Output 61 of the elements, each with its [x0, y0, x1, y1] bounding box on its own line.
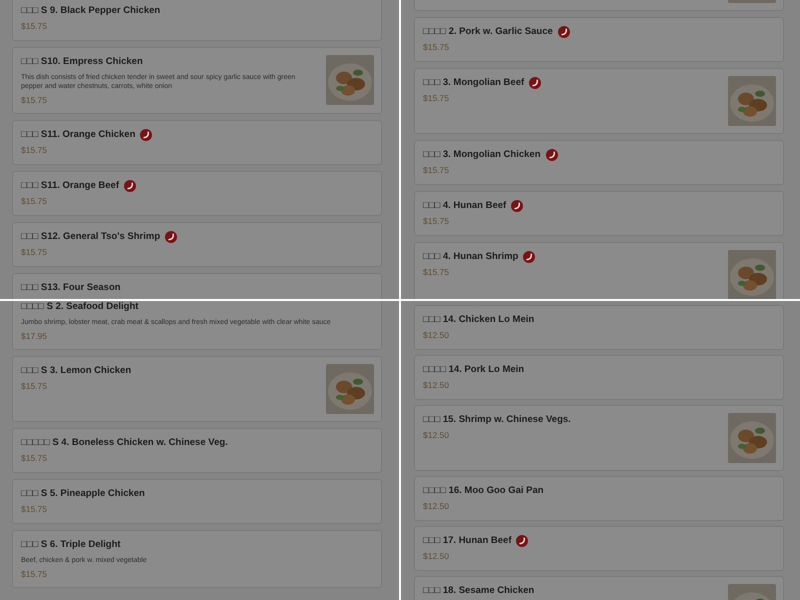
dish-price: $12.50	[423, 380, 450, 391]
dish-price: $15.75	[21, 145, 48, 156]
dish-price: $15.75	[21, 569, 48, 580]
menu-item-card[interactable]: □□□ S 3. Lemon Chicken $15.75	[12, 356, 382, 422]
dish-price: $12.50	[423, 430, 450, 441]
menu-item-card[interactable]: □□□□□ S 4. Boneless Chicken w. Chinese Veg. $15.75	[12, 428, 382, 473]
menu-item-card[interactable]: □□□ S11. Orange Chicken $15.75	[12, 120, 382, 165]
menu-item-card[interactable]: □□□□ 14. Pork Lo Mein $12.50	[414, 355, 784, 400]
menu-item-card[interactable]: □□□□ 2. Pork w. Garlic Sauce $15.75	[414, 17, 784, 62]
dish-price: $15.75	[423, 216, 450, 227]
menu-item-card[interactable]: □□□ 3. Mongolian Beef $15.75	[414, 68, 784, 134]
dish-name: □□□ 18. Sesame Chicken	[423, 584, 534, 597]
dish-name: □□□ S11. Orange Chicken	[21, 128, 136, 141]
dish-name: □□□ S 9. Black Pepper Chicken	[21, 4, 160, 17]
menu-item-card[interactable]: □□□ 17. Hunan Beef $12.50	[414, 526, 784, 571]
menu-item-card[interactable]: □□□ 3. Mongolian Chicken $15.75	[414, 140, 784, 185]
menu-item-card[interactable]: □□□ S11. Orange Beef $15.75	[12, 171, 382, 216]
dish-name: □□□ S12. General Tso's Shrimp	[21, 230, 160, 243]
dish-price: $15.75	[21, 504, 48, 515]
menu-item-card[interactable]: □□□ 4. Hunan Shrimp $15.75	[414, 242, 784, 299]
dish-price: $12.50	[423, 551, 450, 562]
dish-name: □□□ 3. Mongolian Chicken	[423, 148, 541, 161]
dish-price: $15.75	[423, 165, 450, 176]
dish-price: $15.75	[423, 42, 450, 53]
dish-name: □□□ S 5. Pineapple Chicken	[21, 487, 145, 500]
dish-price: $15.75	[423, 93, 450, 104]
menu-item-card[interactable]: □□□ S 9. Black Pepper Chicken $15.75	[12, 0, 382, 41]
menu-item-card[interactable]: □□□ S13. Four Season	[12, 273, 382, 299]
menu-item-card[interactable]: □□□□ 16. Moo Goo Gai Pan $12.50	[414, 476, 784, 521]
dish-price: $15.75	[21, 21, 48, 32]
dish-name: □□□□ 2. Pork w. Garlic Sauce	[423, 25, 553, 38]
dish-price: $17.95	[21, 331, 48, 342]
dish-price: $15.75	[21, 453, 48, 464]
dish-price: $15.75	[21, 247, 48, 258]
dish-name: □□□ 14. Chicken Lo Mein	[423, 313, 534, 326]
dish-price: $15.75	[21, 95, 48, 106]
menu-item-card[interactable]: □□□ 14. Chicken Lo Mein $12.50	[414, 305, 784, 350]
dish-name: □□□□ S 2. Seafood Delight	[21, 301, 138, 313]
dish-name: □□□ S 3. Lemon Chicken	[21, 364, 132, 377]
dish-name: □□□ S13. Four Season	[21, 281, 121, 294]
dish-price: $12.50	[423, 501, 450, 512]
dish-name: □□□ S10. Empress Chicken	[21, 55, 143, 68]
dish-price: $15.75	[21, 196, 48, 207]
menu-item-card[interactable]: □□□ 4. Hunan Beef $15.75	[414, 191, 784, 236]
dish-name: □□□ 15. Shrimp w. Chinese Vegs.	[423, 413, 571, 426]
dish-name: □□□ 4. Hunan Beef	[423, 199, 506, 212]
dish-price: $15.75	[423, 267, 450, 278]
dish-price: $12.50	[423, 330, 450, 341]
dish-name: □□□ S11. Orange Beef	[21, 179, 120, 192]
menu-item-card[interactable]: □□□ S 5. Pineapple Chicken $15.75	[12, 479, 382, 524]
menu-item-card[interactable]: □□□ 18. Sesame Chicken	[414, 576, 784, 600]
dish-name: □□□ 17. Hunan Beef	[423, 534, 512, 547]
dish-name: □□□□ 16. Moo Goo Gai Pan	[423, 484, 544, 497]
menu-item-card[interactable]: □□□ 15. Shrimp w. Chinese Vegs. $12.50	[414, 405, 784, 471]
dish-name: □□□□ 14. Pork Lo Mein	[423, 363, 524, 376]
menu-item-card[interactable]: □□□ S12. General Tso's Shrimp $15.75	[12, 222, 382, 267]
dish-name: □□□ S 6. Triple Delight	[21, 538, 121, 551]
dish-name: □□□ 3. Mongolian Beef	[423, 76, 524, 89]
dish-name: □□□ 4. Hunan Shrimp	[423, 250, 518, 263]
dish-price: $15.75	[21, 381, 48, 392]
dish-name: □□□□□ S 4. Boneless Chicken w. Chinese Veg.	[21, 436, 228, 449]
